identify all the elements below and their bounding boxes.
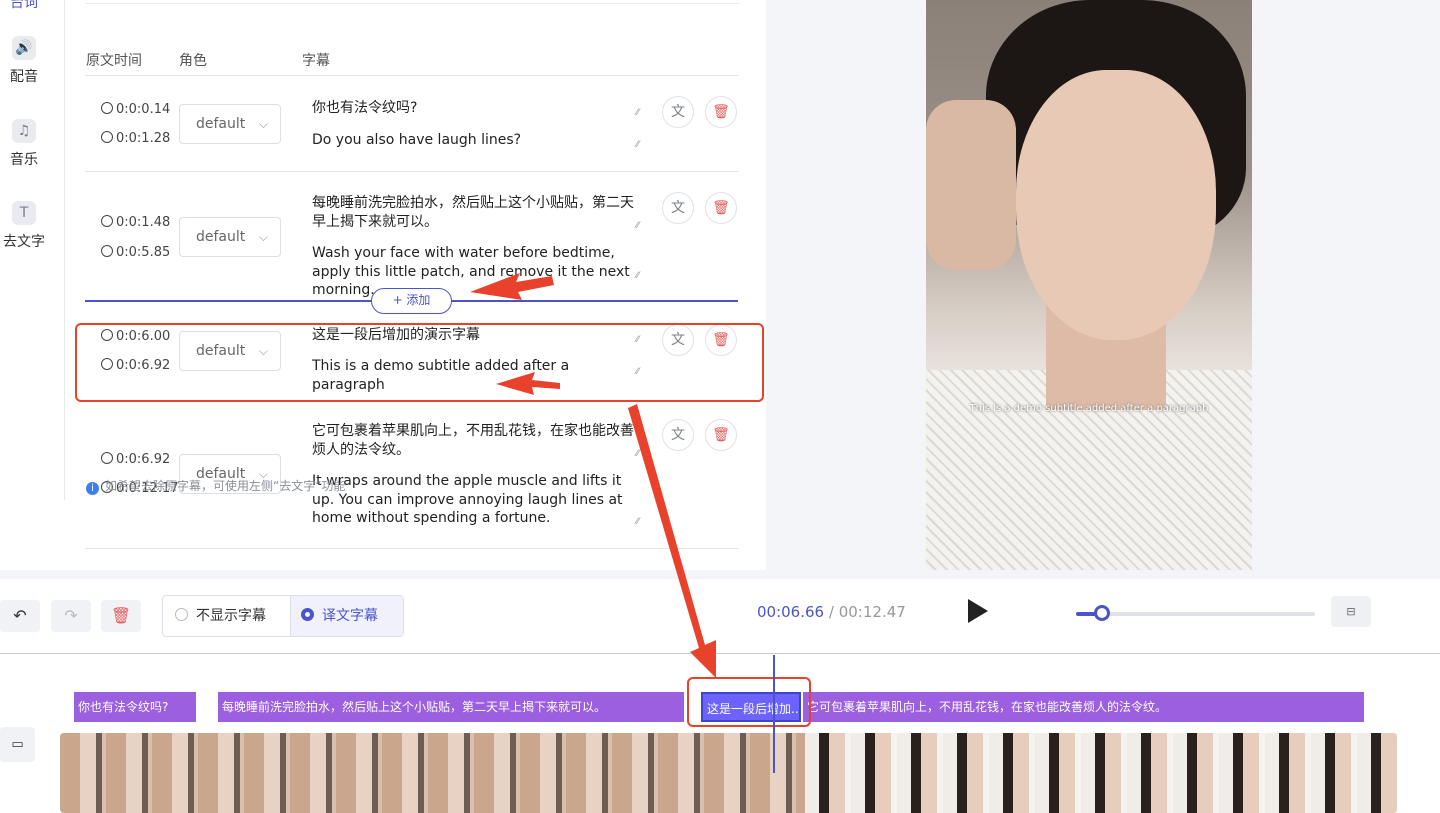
arrow-to-timeline [628,404,716,678]
annotation-arrows [470,273,716,678]
arrow-to-row [496,372,560,395]
arrow-to-add-button [470,273,554,300]
